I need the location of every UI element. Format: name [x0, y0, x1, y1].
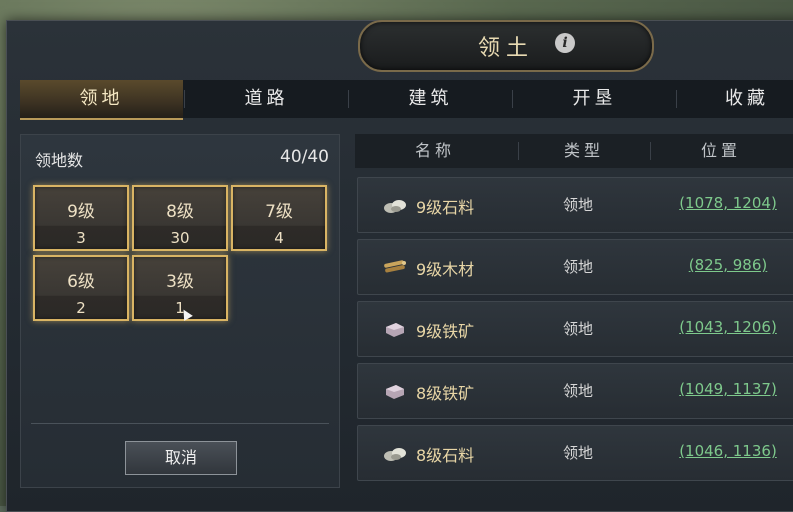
- row-type: 领地: [562, 444, 593, 462]
- coordinate-link[interactable]: (825, 986): [658, 256, 793, 274]
- row-type: 领地: [562, 382, 593, 400]
- row-name: 9级石料: [416, 198, 475, 217]
- table-row[interactable]: 9级木材 领地 (825, 986): [357, 239, 793, 295]
- coordinate-link[interactable]: (1043, 1206): [658, 318, 793, 336]
- iron-icon: [386, 385, 404, 399]
- level-filter-tile[interactable]: 8级 30: [132, 185, 228, 251]
- level-count: 2: [76, 299, 86, 317]
- row-name: 9级铁矿: [416, 322, 475, 341]
- level-name: 9级: [67, 202, 95, 222]
- column-header-name: 名称: [414, 141, 455, 160]
- level-name: 3级: [166, 272, 194, 292]
- territory-count-label: 领地数: [35, 151, 84, 170]
- table-row[interactable]: 8级铁矿 领地 (1049, 1137): [357, 363, 793, 419]
- row-name: 8级铁矿: [416, 384, 475, 403]
- title-plate: 领土: [358, 20, 654, 72]
- row-name: 8级石料: [416, 446, 475, 465]
- wood-icon: [384, 260, 406, 273]
- level-filter-tile[interactable]: 9级 3: [33, 185, 129, 251]
- row-type: 领地: [562, 196, 593, 214]
- tab-favorites[interactable]: 收藏: [677, 80, 793, 118]
- tab-roads[interactable]: 道路: [185, 80, 348, 118]
- level-count: 3: [76, 229, 86, 247]
- table-row[interactable]: 9级铁矿 领地 (1043, 1206): [357, 301, 793, 357]
- row-type: 领地: [562, 258, 593, 276]
- cancel-button[interactable]: 取消: [125, 441, 237, 475]
- territory-list-pane: 名称 类型 位置 9级石料 领地 (1078, 1204) 9级木材 领地 (8…: [355, 134, 793, 494]
- tab-reclaim[interactable]: 开垦: [513, 80, 676, 118]
- coordinate-link[interactable]: (1046, 1136): [658, 442, 793, 460]
- stone-icon: [384, 200, 406, 213]
- iron-icon: [386, 323, 404, 337]
- tab-bar: 领地 道路 建筑 开垦 收藏: [20, 80, 793, 120]
- table-row[interactable]: 8级石料 领地 (1046, 1136): [357, 425, 793, 481]
- level-filter-tile[interactable]: 7级 4: [231, 185, 327, 251]
- territory-count-value: 40/40: [280, 147, 329, 167]
- row-name: 9级木材: [416, 260, 475, 279]
- stone-icon: [384, 448, 406, 461]
- coordinate-link[interactable]: (1049, 1137): [658, 380, 793, 398]
- info-icon[interactable]: i: [555, 33, 575, 53]
- row-type: 领地: [562, 320, 593, 338]
- coordinate-link[interactable]: (1078, 1204): [658, 194, 793, 212]
- column-header-position: 位置: [700, 141, 741, 160]
- panel-title: 领土: [477, 36, 534, 61]
- tab-territory[interactable]: 领地: [20, 80, 183, 120]
- tab-buildings[interactable]: 建筑: [349, 80, 512, 118]
- column-header-type: 类型: [563, 141, 604, 160]
- level-name: 8级: [166, 202, 194, 222]
- level-name: 7级: [265, 202, 293, 222]
- pane-divider: [31, 423, 329, 424]
- level-filter-tile[interactable]: 6级 2: [33, 255, 129, 321]
- level-count: 30: [170, 229, 190, 247]
- level-name: 6级: [67, 272, 95, 292]
- table-row[interactable]: 9级石料 领地 (1078, 1204): [357, 177, 793, 233]
- level-count: 4: [274, 229, 284, 247]
